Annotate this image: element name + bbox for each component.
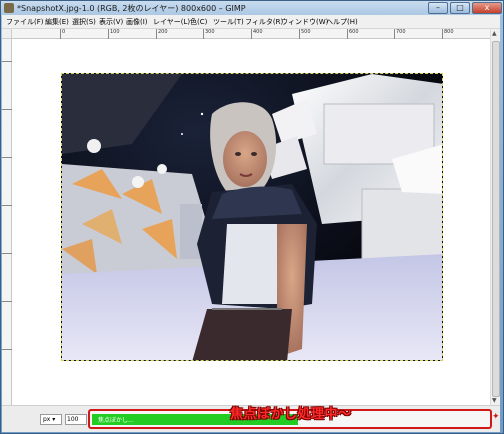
zoom-value: 100 (67, 416, 79, 423)
vertical-scrollbar[interactable]: ▲ ▼ (490, 29, 500, 407)
ruler-label: 200 (158, 29, 168, 35)
cancel-progress-icon[interactable]: ✦ (492, 412, 501, 424)
ruler-label: 400 (253, 29, 263, 35)
ruler-tick (299, 29, 300, 39)
title-bar[interactable]: *SnapshotX.jpg-1.0 (RGB, 2枚のレイヤー) 800x60… (1, 1, 503, 16)
quick-mask-corner-button[interactable] (2, 29, 12, 39)
image-window-client: 0 100 200 300 400 500 600 700 800 ▲ ▼ (2, 29, 500, 407)
menu-image[interactable]: 画像(I) (126, 17, 148, 27)
minimize-button[interactable]: – (428, 2, 448, 14)
maximize-button[interactable]: □ (450, 2, 470, 14)
close-button[interactable]: x (472, 2, 502, 14)
image-canvas[interactable] (61, 73, 443, 361)
scene-illustration (62, 74, 442, 360)
ruler-tick (394, 29, 395, 39)
ruler-tick (2, 109, 12, 110)
overlay-annotation: 焦点ぼかし処理中～ (230, 407, 352, 422)
ruler-label: 100 (110, 29, 120, 35)
menu-layer[interactable]: レイヤー(L) (153, 17, 190, 27)
ruler-tick (60, 29, 61, 39)
menu-select[interactable]: 選択(S) (72, 17, 96, 27)
gimp-app-icon (4, 3, 14, 13)
ruler-label: 300 (205, 29, 215, 35)
ruler-label: 0 (62, 29, 66, 35)
window-title: *SnapshotX.jpg-1.0 (RGB, 2枚のレイヤー) 800x60… (17, 4, 246, 13)
menu-windows[interactable]: ウィンドウ(W) (281, 17, 328, 27)
menu-file[interactable]: ファイル(F) (6, 17, 44, 27)
ruler-label: 500 (301, 29, 311, 35)
menu-filters[interactable]: フィルタ(R) (245, 17, 283, 27)
ruler-tick (2, 61, 12, 62)
ruler-tick (108, 29, 109, 39)
unit-value: px (43, 416, 51, 423)
ruler-tick (442, 29, 443, 39)
ruler-tick (203, 29, 204, 39)
ruler-tick (251, 29, 252, 39)
ruler-tick (156, 29, 157, 39)
ruler-tick (2, 301, 12, 302)
vertical-scroll-thumb[interactable] (492, 41, 500, 397)
vertical-ruler[interactable] (2, 39, 12, 407)
scroll-up-icon[interactable]: ▲ (492, 30, 497, 37)
ruler-tick (347, 29, 348, 39)
ruler-tick (2, 205, 12, 206)
horizontal-ruler[interactable]: 0 100 200 300 400 500 600 700 800 (12, 29, 490, 39)
chevron-down-icon: ▾ (52, 416, 56, 423)
zoom-dropdown[interactable]: 100 (65, 414, 87, 425)
menu-tools[interactable]: ツール(T) (213, 17, 244, 27)
ruler-tick (2, 253, 12, 254)
menu-colors[interactable]: 色(C) (190, 17, 207, 27)
ruler-tick (2, 349, 12, 350)
ruler-label: 600 (349, 29, 359, 35)
menu-view[interactable]: 表示(V) (99, 17, 123, 27)
menu-help[interactable]: ヘルプ(H) (326, 17, 358, 27)
scroll-down-icon[interactable]: ▼ (492, 397, 497, 404)
menu-bar: ファイル(F) 編集(E) 選択(S) 表示(V) 画像(I) レイヤー(L) … (2, 15, 500, 29)
ruler-label: 700 (396, 29, 406, 35)
ruler-tick (2, 157, 12, 158)
unit-dropdown[interactable]: px ▾ (40, 414, 62, 425)
canvas-area[interactable] (13, 40, 490, 407)
progress-text: 焦点ぼかし... (98, 417, 134, 424)
ruler-label: 800 (444, 29, 454, 35)
menu-edit[interactable]: 編集(E) (45, 17, 69, 27)
